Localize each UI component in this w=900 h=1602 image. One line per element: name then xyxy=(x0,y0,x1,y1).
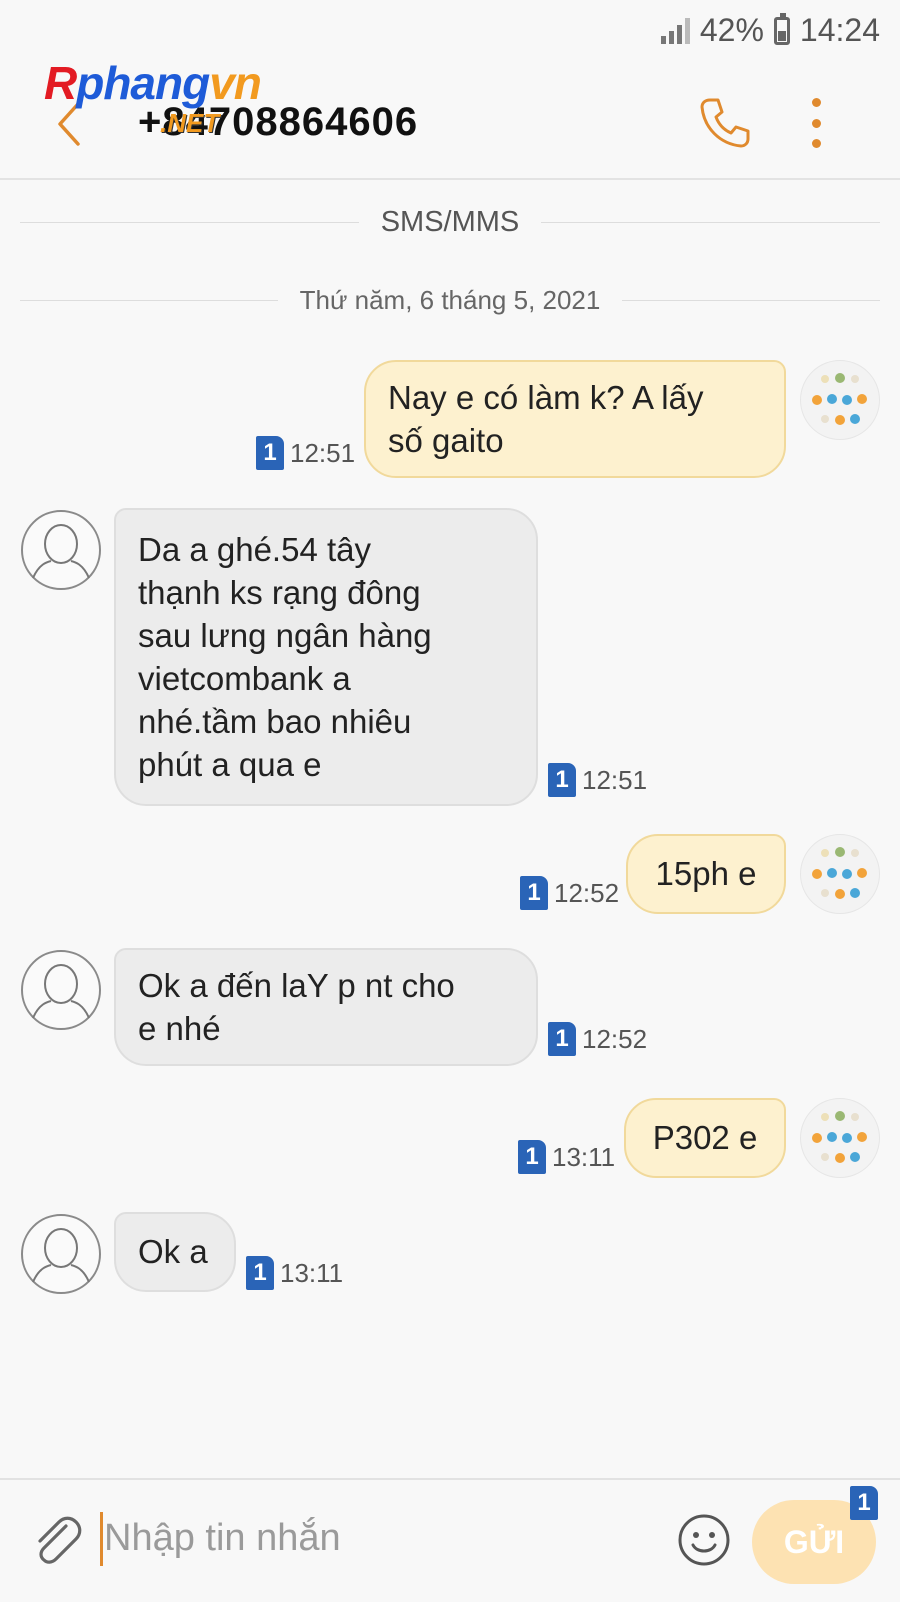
contact-avatar[interactable] xyxy=(21,1214,101,1294)
battery-percent: 42% xyxy=(699,12,764,48)
more-options-icon[interactable] xyxy=(806,98,826,148)
message-bubble-received[interactable]: Ok a xyxy=(114,1212,236,1292)
dots-avatar-icon xyxy=(812,373,867,425)
sim-badge-icon: 1 xyxy=(246,1256,274,1290)
my-avatar xyxy=(800,1098,880,1178)
sim-badge-icon: 1 xyxy=(518,1140,546,1174)
message-time: 12:52 xyxy=(582,1023,648,1054)
phone-call-icon[interactable] xyxy=(696,94,752,150)
my-avatar xyxy=(800,834,880,914)
sim-badge-icon: 1 xyxy=(548,1022,576,1056)
conversation-header: +84708864606 Rphangvn .NET xyxy=(0,57,900,180)
message-input[interactable] xyxy=(104,1508,624,1568)
contact-avatar[interactable] xyxy=(21,510,101,590)
my-avatar xyxy=(800,360,880,440)
message-time: 12:51 xyxy=(290,437,356,468)
message-bubble-sent[interactable]: 15ph e xyxy=(626,834,786,914)
message-line: thạnh ks rạng đông xyxy=(138,574,421,611)
message-line: sau lưng ngân hàng xyxy=(138,617,432,654)
date-separator: Thứ năm, 6 tháng 5, 2021 xyxy=(20,285,880,316)
emoji-icon[interactable] xyxy=(676,1512,732,1568)
message-line: phút a qua e xyxy=(138,746,322,783)
battery-icon xyxy=(773,12,790,45)
message-line: P302 e xyxy=(652,1119,758,1156)
message-line: Da a ghé.54 tây xyxy=(138,531,371,568)
message-time: 13:11 xyxy=(280,1257,344,1288)
signal-icon xyxy=(660,17,690,44)
message-line: Ok a đến laY p nt cho xyxy=(138,967,455,1004)
date-label: Thứ năm, 6 tháng 5, 2021 xyxy=(299,285,601,315)
message-line: Ok a xyxy=(138,1233,208,1270)
message-line: vietcombank a xyxy=(138,660,351,697)
message-bubble-received[interactable]: Da a ghé.54 tây thạnh ks rạng đông sau l… xyxy=(114,508,538,806)
contact-avatar[interactable] xyxy=(21,950,101,1030)
message-line: e nhé xyxy=(138,1010,221,1047)
paperclip-icon[interactable] xyxy=(28,1512,84,1568)
watermark-logo: Rphangvn xyxy=(44,57,262,109)
message-line: Nay e có làm k? A lấy xyxy=(388,379,704,416)
person-icon xyxy=(32,524,90,579)
channel-separator: SMS/MMS xyxy=(20,206,880,239)
message-line: 15ph e xyxy=(655,855,757,892)
message-meta: 1 13:11 xyxy=(518,1140,615,1174)
person-icon xyxy=(32,1228,90,1283)
message-meta: 1 12:52 xyxy=(520,876,619,910)
message-time: 12:51 xyxy=(582,764,648,795)
message-meta: 1 13:11 xyxy=(246,1256,343,1290)
message-meta: 1 12:51 xyxy=(548,763,647,797)
message-time: 12:52 xyxy=(554,877,620,908)
message-meta: 1 12:51 xyxy=(256,436,355,470)
message-meta: 1 12:52 xyxy=(548,1022,647,1056)
status-bar: 42% 14:24 xyxy=(0,0,900,64)
clock: 14:24 xyxy=(799,12,880,48)
message-line: nhé.tầm bao nhiêu xyxy=(138,703,412,740)
sim-badge-icon: 1 xyxy=(850,1486,878,1520)
message-bubble-sent[interactable]: Nay e có làm k? A lấy số gaito xyxy=(364,360,786,478)
sim-badge-icon: 1 xyxy=(256,436,284,470)
sim-badge-icon: 1 xyxy=(548,763,576,797)
sim-badge-icon: 1 xyxy=(520,876,548,910)
message-time: 13:11 xyxy=(552,1141,616,1172)
watermark-net: .NET xyxy=(160,108,220,138)
channel-label: SMS/MMS xyxy=(380,206,520,238)
person-icon xyxy=(32,964,90,1019)
message-line: số gaito xyxy=(388,422,504,459)
dots-avatar-icon xyxy=(812,847,867,899)
message-bubble-received[interactable]: Ok a đến laY p nt cho e nhé xyxy=(114,948,538,1066)
dots-avatar-icon xyxy=(812,1111,867,1163)
compose-bar: GỬI 1 xyxy=(0,1478,900,1602)
text-cursor xyxy=(100,1512,103,1566)
message-bubble-sent[interactable]: P302 e xyxy=(624,1098,786,1178)
